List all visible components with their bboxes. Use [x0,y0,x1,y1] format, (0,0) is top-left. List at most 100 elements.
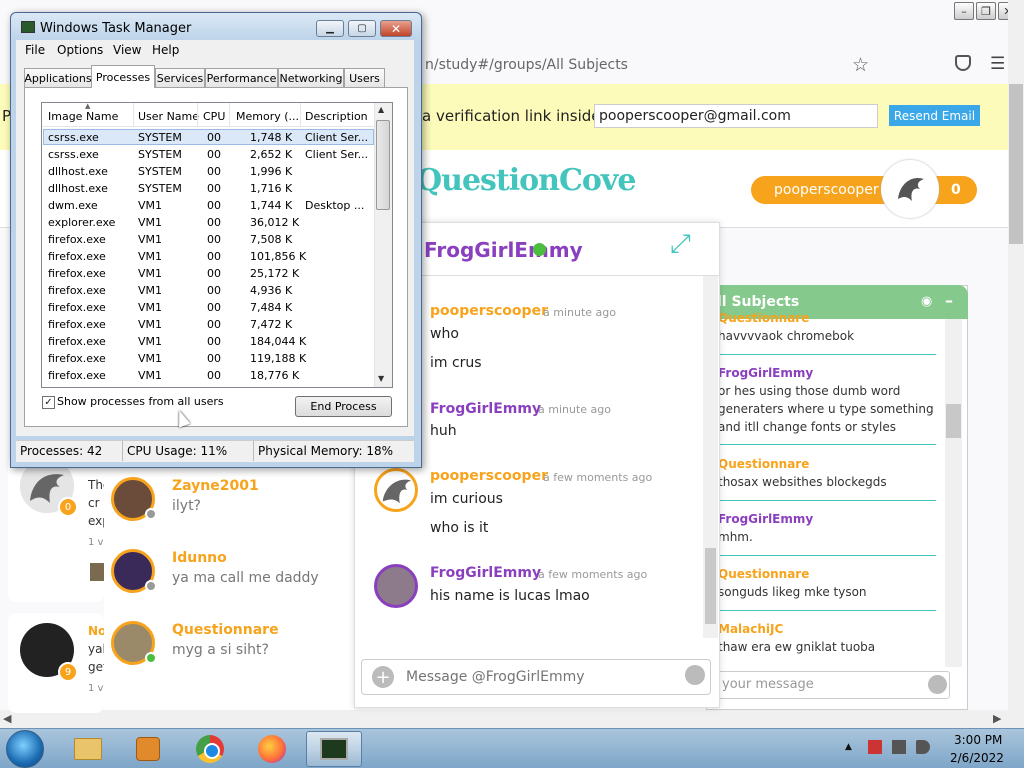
clock-time[interactable]: 3:00 PM [954,733,1002,747]
group-message-author[interactable]: Questionnare [718,567,809,581]
process-image-name[interactable]: firefox.exe [48,301,106,314]
process-memory[interactable]: 184,044 K [250,335,306,348]
process-description[interactable]: Client Ser... [305,148,368,161]
emoji-icon[interactable] [928,675,947,694]
tab-performance[interactable]: Performance [205,68,278,87]
process-user-name[interactable]: VM1 [138,284,162,297]
column-separator[interactable] [197,103,198,127]
url-text[interactable]: n/study#/groups/All Subjects [425,57,628,73]
process-image-name[interactable]: firefox.exe [48,284,106,297]
column-image-name[interactable]: Image Name [48,110,118,123]
process-memory[interactable]: 1,716 K [250,182,292,195]
eye-hide-icon[interactable]: ◉ [921,294,932,309]
taskbar-task-manager[interactable] [306,731,362,767]
process-image-name[interactable]: firefox.exe [48,267,106,280]
scroll-up-icon[interactable]: ▲ [378,105,384,114]
process-description[interactable]: Client Ser... [305,131,368,144]
process-user-name[interactable]: VM1 [138,267,162,280]
minimize-icon[interactable]: – [945,291,953,310]
chat-message-input[interactable] [404,668,674,686]
process-memory[interactable]: 7,508 K [250,233,292,246]
process-image-name[interactable]: csrss.exe [48,131,99,144]
process-image-name[interactable]: dllhost.exe [48,182,108,195]
pocket-icon[interactable] [955,55,971,71]
process-user-name[interactable]: VM1 [138,301,162,314]
tab-applications[interactable]: Applications [24,68,92,87]
process-memory[interactable]: 101,856 K [250,250,306,263]
friend-name[interactable]: Zayne2001 [172,478,259,494]
process-user-name[interactable]: SYSTEM [138,182,182,195]
tab-services[interactable]: Services [155,68,205,87]
site-logo[interactable]: QuestionCove [416,163,636,198]
column-user-name[interactable]: User Name [138,110,199,123]
column-description[interactable]: Description [305,110,368,123]
process-user-name[interactable]: VM1 [138,318,162,331]
process-description[interactable]: Desktop ... [305,199,364,212]
chat-scrollbar-thumb[interactable] [705,548,716,624]
avatar[interactable] [881,160,939,218]
group-message-author[interactable]: MalachiJC [718,622,783,636]
group-message-author[interactable]: Questionnare [718,457,809,471]
close-button[interactable]: ✕ [380,20,412,37]
process-cpu[interactable]: 00 [207,284,221,297]
show-all-processes-label[interactable]: Show processes from all users [57,395,224,408]
menu-view[interactable]: View [113,43,141,57]
process-user-name[interactable]: VM1 [138,335,162,348]
process-image-name[interactable]: firefox.exe [48,233,106,246]
process-cpu[interactable]: 00 [207,182,221,195]
taskbar-chrome[interactable] [182,731,238,767]
minimize-button[interactable]: ▁ [316,20,344,37]
process-image-name[interactable]: firefox.exe [48,352,106,365]
process-cpu[interactable]: 00 [207,165,221,178]
volume-icon[interactable] [916,740,930,754]
maximize-button[interactable]: ▢ [348,20,376,37]
process-image-name[interactable]: dwm.exe [48,199,98,212]
taskbar-explorer[interactable] [60,731,116,767]
process-list-scrollbar-thumb[interactable] [376,120,390,210]
group-scrollbar-thumb[interactable] [946,404,961,438]
scroll-down-icon[interactable]: ▼ [378,374,384,383]
show-all-processes-checkbox[interactable]: ✓ [42,396,55,409]
process-image-name[interactable]: firefox.exe [48,369,106,382]
process-user-name[interactable]: VM1 [138,352,162,365]
tab-processes[interactable]: Processes [91,65,155,88]
add-attachment-icon[interactable]: + [372,666,394,688]
clock-date[interactable]: 2/6/2022 [950,751,1004,765]
process-user-name[interactable]: VM1 [138,369,162,382]
process-user-name[interactable]: VM1 [138,216,162,229]
column-cpu[interactable]: CPU [203,110,225,123]
process-user-name[interactable]: VM1 [138,199,162,212]
process-memory[interactable]: 1,744 K [250,199,292,212]
process-memory[interactable]: 18,776 K [250,369,299,382]
process-memory[interactable]: 7,472 K [250,318,292,331]
page-scrollbar-thumb[interactable] [1009,84,1023,244]
bookmark-star-icon[interactable]: ☆ [852,54,869,76]
process-memory[interactable]: 1,996 K [250,165,292,178]
friend-name[interactable]: Questionnare [172,622,279,638]
process-cpu[interactable]: 00 [207,318,221,331]
group-message-author[interactable]: FrogGirlEmmy [718,366,813,380]
menu-file[interactable]: File [25,43,45,57]
process-image-name[interactable]: explorer.exe [48,216,115,229]
chat-title[interactable]: FrogGirlEmmy [424,238,583,262]
chat-message-author[interactable]: FrogGirlEmmy [430,401,541,417]
column-separator[interactable] [300,103,301,127]
end-process-button[interactable]: End Process [295,396,392,417]
resend-email-button[interactable]: Resend Email [889,105,980,126]
column-memory[interactable]: Memory (... [236,110,299,123]
process-cpu[interactable]: 00 [207,250,221,263]
process-image-name[interactable]: firefox.exe [48,318,106,331]
process-cpu[interactable]: 00 [207,369,221,382]
process-memory[interactable]: 36,012 K [250,216,299,229]
process-cpu[interactable]: 00 [207,335,221,348]
avatar[interactable] [374,564,418,608]
process-user-name[interactable]: SYSTEM [138,148,182,161]
scroll-right-icon[interactable]: ▶ [993,712,1001,725]
column-separator[interactable] [133,103,134,127]
chat-message-author[interactable]: pooperscooper [430,468,548,484]
emoji-icon[interactable] [685,665,705,685]
chat-message-author[interactable]: FrogGirlEmmy [430,565,541,581]
process-cpu[interactable]: 00 [207,352,221,365]
group-scrollbar[interactable] [945,319,962,667]
tab-networking[interactable]: Networking [278,68,344,87]
